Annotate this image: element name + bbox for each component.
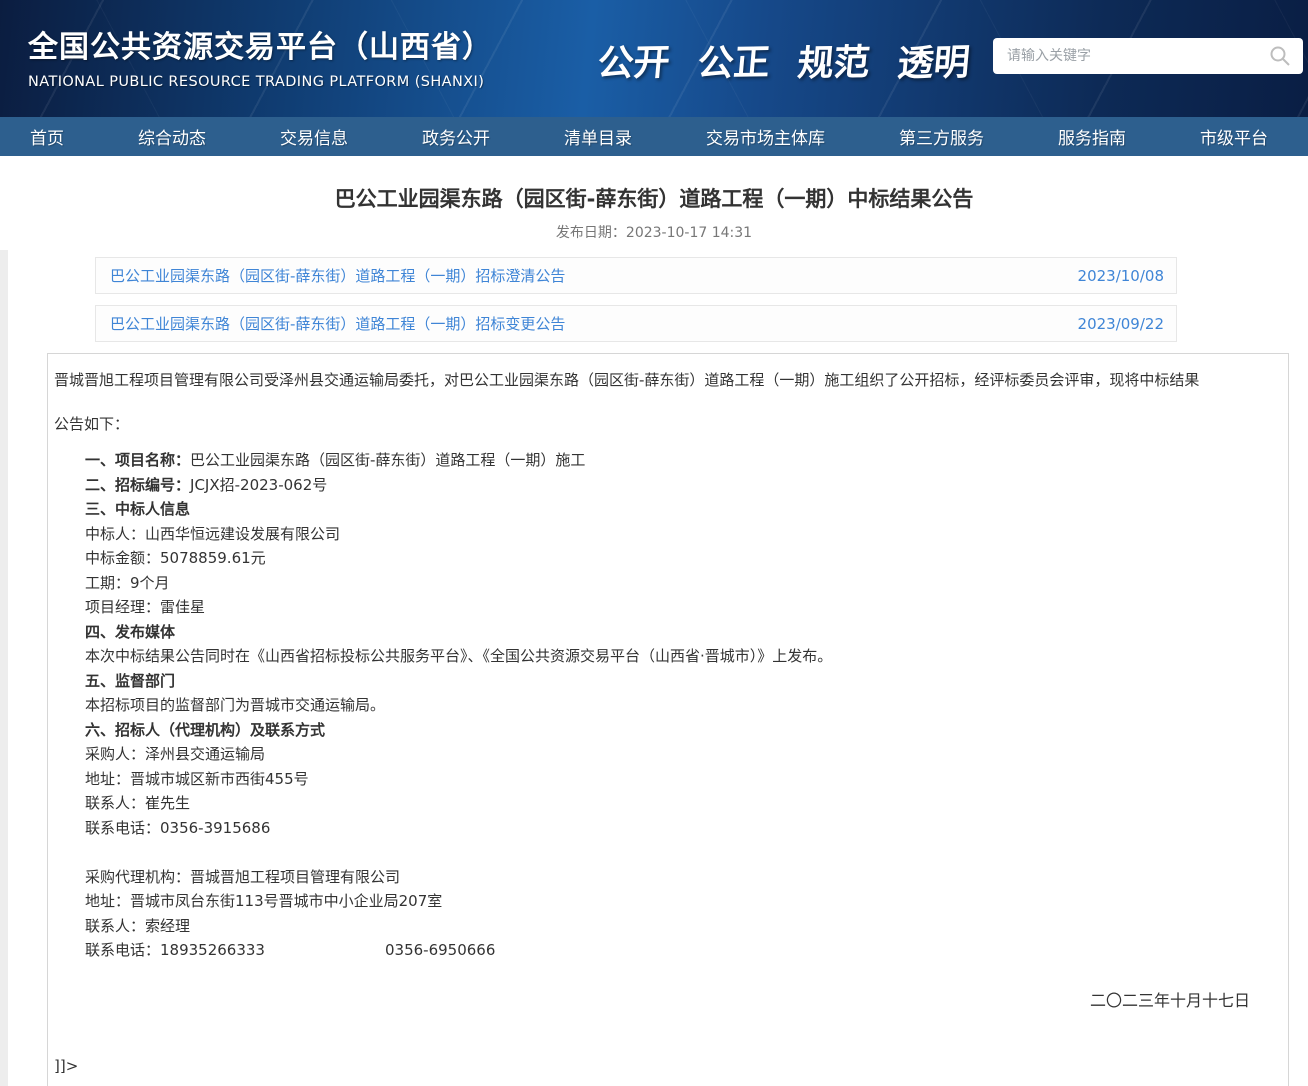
related-row: 巴公工业园渠东路（园区街-薛东街）道路工程（一期）招标变更公告 2023/09/… <box>95 305 1177 342</box>
announcement-body: 晋城晋旭工程项目管理有限公司受泽州县交通运输局委托，对巴公工业园渠东路（园区街-… <box>47 353 1289 1086</box>
nav-item-service-guide[interactable]: 服务指南 <box>1058 124 1126 149</box>
line-winning-amount: 中标金额：5078859.61元 <box>54 546 1280 571</box>
nav-item-trade-info[interactable]: 交易信息 <box>280 124 348 149</box>
line-media-heading: 四、发布媒体 <box>54 620 1280 645</box>
page-title: 巴公工业园渠东路（园区街-薛东街）道路工程（一期）中标结果公告 <box>0 183 1308 213</box>
nav-item-list-catalog[interactable]: 清单目录 <box>564 124 632 149</box>
site-header: 全国公共资源交易平台（山西省） NATIONAL PUBLIC RESOURCE… <box>0 0 1308 117</box>
line-blank <box>54 840 1280 865</box>
site-subtitle: NATIONAL PUBLIC RESOURCE TRADING PLATFOR… <box>28 74 493 90</box>
page-left-edge <box>0 250 8 1086</box>
main-nav: 首页 综合动态 交易信息 政务公开 清单目录 交易市场主体库 第三方服务 服务指… <box>0 117 1308 156</box>
related-date: 2023/10/08 <box>1078 267 1164 285</box>
line-supervisor-text: 本招标项目的监督部门为晋城市交通运输局。 <box>54 693 1280 718</box>
related-announcements: 巴公工业园渠东路（园区街-薛东街）道路工程（一期）招标澄清公告 2023/10/… <box>95 257 1177 342</box>
slogan: 公开 公正 规范 透明 <box>598 34 970 86</box>
line-agency-contact: 联系人：索经理 <box>54 914 1280 939</box>
slogan-word-open: 公开 <box>596 33 673 86</box>
line-project-manager: 项目经理：雷佳星 <box>54 595 1280 620</box>
line-supervisor-heading: 五、监督部门 <box>54 669 1280 694</box>
line-agency: 采购代理机构：晋城晋旭工程项目管理有限公司 <box>54 865 1280 890</box>
line-media-text: 本次中标结果公告同时在《山西省招标投标公共服务平台》、《全国公共资源交易平台（山… <box>54 644 1280 669</box>
line-purchaser: 采购人：泽州县交通运输局 <box>54 742 1280 767</box>
related-link-change[interactable]: 巴公工业园渠东路（园区街-薛东街）道路工程（一期）招标变更公告 <box>110 313 565 334</box>
line-purchaser-contact: 联系人：崔先生 <box>54 791 1280 816</box>
search-input[interactable] <box>1007 48 1267 64</box>
line-contact-heading: 六、招标人（代理机构）及联系方式 <box>54 718 1280 743</box>
cdata-marker: ]]> <box>54 1057 1280 1075</box>
publish-date: 发布日期：2023-10-17 14:31 <box>0 222 1308 242</box>
search-icon <box>1269 45 1291 67</box>
nav-item-city-platform[interactable]: 市级平台 <box>1200 124 1268 149</box>
line-duration: 工期：9个月 <box>54 571 1280 596</box>
line-purchaser-phone: 联系电话：0356-3915686 <box>54 816 1280 841</box>
nav-item-gov-disclosure[interactable]: 政务公开 <box>422 124 490 149</box>
slogan-word-transparent: 透明 <box>896 33 973 86</box>
line-project-name: 一、项目名称：巴公工业园渠东路（园区街-薛东街）道路工程（一期）施工 <box>54 448 1280 473</box>
line-purchaser-address: 地址：晋城市城区新市西街455号 <box>54 767 1280 792</box>
site-logo: 全国公共资源交易平台（山西省） NATIONAL PUBLIC RESOURCE… <box>28 22 493 90</box>
slogan-word-standard: 规范 <box>796 33 873 86</box>
body-lines: 一、项目名称：巴公工业园渠东路（园区街-薛东街）道路工程（一期）施工 二、招标编… <box>54 448 1280 963</box>
line-agency-address: 地址：晋城市凤台东街113号晋城市中小企业局207室 <box>54 889 1280 914</box>
intro-line: 晋城晋旭工程项目管理有限公司受泽州县交通运输局委托，对巴公工业园渠东路（园区街-… <box>54 370 1280 390</box>
search-button[interactable] <box>1267 43 1293 69</box>
line-winner-name: 中标人：山西华恒远建设发展有限公司 <box>54 522 1280 547</box>
site-title: 全国公共资源交易平台（山西省） <box>28 22 493 66</box>
intro-line: 公告如下： <box>54 414 1280 434</box>
nav-item-home[interactable]: 首页 <box>30 124 64 149</box>
nav-item-news[interactable]: 综合动态 <box>138 124 206 149</box>
line-agency-phone: 联系电话：189352663330356-6950666 <box>54 938 1280 963</box>
page: 全国公共资源交易平台（山西省） NATIONAL PUBLIC RESOURCE… <box>0 0 1308 1086</box>
nav-item-market-entity-db[interactable]: 交易市场主体库 <box>706 124 825 149</box>
related-date: 2023/09/22 <box>1078 315 1164 333</box>
nav-item-third-party[interactable]: 第三方服务 <box>899 124 984 149</box>
line-winner-heading: 三、中标人信息 <box>54 497 1280 522</box>
related-link-clarification[interactable]: 巴公工业园渠东路（园区街-薛东街）道路工程（一期）招标澄清公告 <box>110 265 565 286</box>
signature-date: 二〇二三年十月十七日 <box>54 987 1280 1011</box>
related-row: 巴公工业园渠东路（园区街-薛东街）道路工程（一期）招标澄清公告 2023/10/… <box>95 257 1177 294</box>
slogan-word-fair: 公正 <box>696 33 773 86</box>
search-box <box>993 38 1303 74</box>
line-tender-number: 二、招标编号：JCJX招-2023-062号 <box>54 473 1280 498</box>
